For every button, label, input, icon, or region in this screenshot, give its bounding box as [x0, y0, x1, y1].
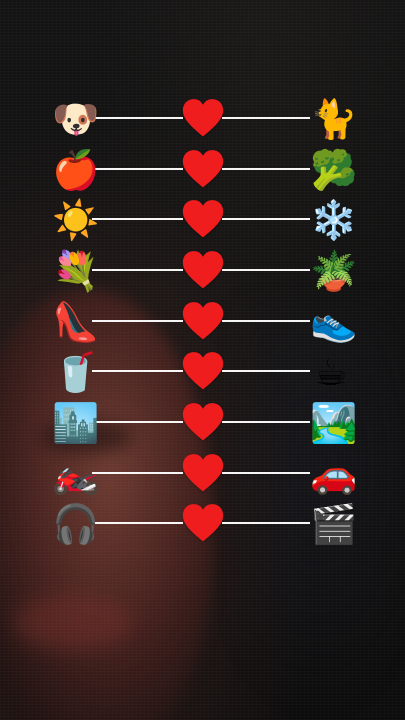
national-park-icon[interactable]: 🏞️	[310, 402, 357, 444]
connector-line-right	[222, 168, 310, 170]
heart-icon[interactable]	[181, 300, 225, 342]
headphones-icon[interactable]: 🎧	[52, 503, 99, 545]
coffee-icon[interactable]: ☕	[310, 351, 352, 393]
connector-line-right	[222, 522, 310, 524]
pair-row-drink-coffee: 🥤 ☕	[0, 346, 405, 396]
heart-icon[interactable]	[181, 148, 225, 190]
connector-line-left	[92, 522, 183, 524]
pair-row-sun-snowflake: ☀️ ❄️	[0, 194, 405, 244]
connector-line-left	[92, 320, 183, 322]
motorcycle-icon[interactable]: 🏍️	[52, 453, 99, 495]
broccoli-icon[interactable]: 🥦	[310, 149, 357, 191]
connector-line-left	[92, 421, 183, 423]
cat-icon[interactable]: 🐈	[310, 98, 357, 140]
connector-line-right	[222, 218, 310, 220]
city-icon[interactable]: 🏙️	[52, 402, 99, 444]
heart-icon[interactable]	[181, 502, 225, 544]
connector-line-left	[92, 117, 183, 119]
pair-row-heel-sneaker: 👠 👟	[0, 296, 405, 346]
connector-line-right	[222, 117, 310, 119]
connector-line-left	[92, 269, 183, 271]
connector-line-right	[222, 472, 310, 474]
heart-icon[interactable]	[181, 350, 225, 392]
heart-icon[interactable]	[181, 401, 225, 443]
sun-icon[interactable]: ☀️	[52, 199, 99, 241]
pair-row-motorcycle-car: 🏍️ 🚗	[0, 448, 405, 498]
pair-row-apple-broccoli: 🍎 🥦	[0, 144, 405, 194]
high-heel-icon[interactable]: 👠	[52, 301, 99, 343]
background-scene: 🐶 🐈 🍎 🥦 ☀️ ❄️ 💐 🪴 👠 👟 🥤 ☕ 🏙️ 🏞️ 🏍️ 🚗 🎧 🎬	[0, 0, 405, 720]
snowflake-icon[interactable]: ❄️	[310, 199, 357, 241]
connector-line-right	[222, 269, 310, 271]
clapper-board-icon[interactable]: 🎬	[310, 503, 357, 545]
dog-icon[interactable]: 🐶	[52, 98, 99, 140]
connector-line-right	[222, 370, 310, 372]
connector-line-left	[92, 370, 183, 372]
sneaker-icon[interactable]: 👟	[310, 301, 357, 343]
pair-row-dog-cat: 🐶 🐈	[0, 93, 405, 143]
connector-line-left	[92, 472, 183, 474]
pair-row-city-park: 🏙️ 🏞️	[0, 397, 405, 447]
bouquet-icon[interactable]: 💐	[52, 250, 99, 292]
pair-row-headphones-clapper: 🎧 🎬	[0, 498, 405, 548]
heart-icon[interactable]	[181, 452, 225, 494]
heart-icon[interactable]	[181, 198, 225, 240]
cup-with-straw-icon[interactable]: 🥤	[52, 351, 99, 393]
pair-row-bouquet-plant: 💐 🪴	[0, 245, 405, 295]
car-icon[interactable]: 🚗	[310, 453, 357, 495]
apple-icon[interactable]: 🍎	[52, 149, 99, 191]
potted-plant-icon[interactable]: 🪴	[310, 250, 357, 292]
connector-line-right	[222, 421, 310, 423]
connector-line-left	[92, 168, 183, 170]
emoji-pair-list: 🐶 🐈 🍎 🥦 ☀️ ❄️ 💐 🪴 👠 👟 🥤 ☕ 🏙️ 🏞️ 🏍️ 🚗 🎧 🎬	[0, 0, 405, 720]
connector-line-left	[92, 218, 183, 220]
heart-icon[interactable]	[181, 249, 225, 291]
heart-icon[interactable]	[181, 97, 225, 139]
connector-line-right	[222, 320, 310, 322]
